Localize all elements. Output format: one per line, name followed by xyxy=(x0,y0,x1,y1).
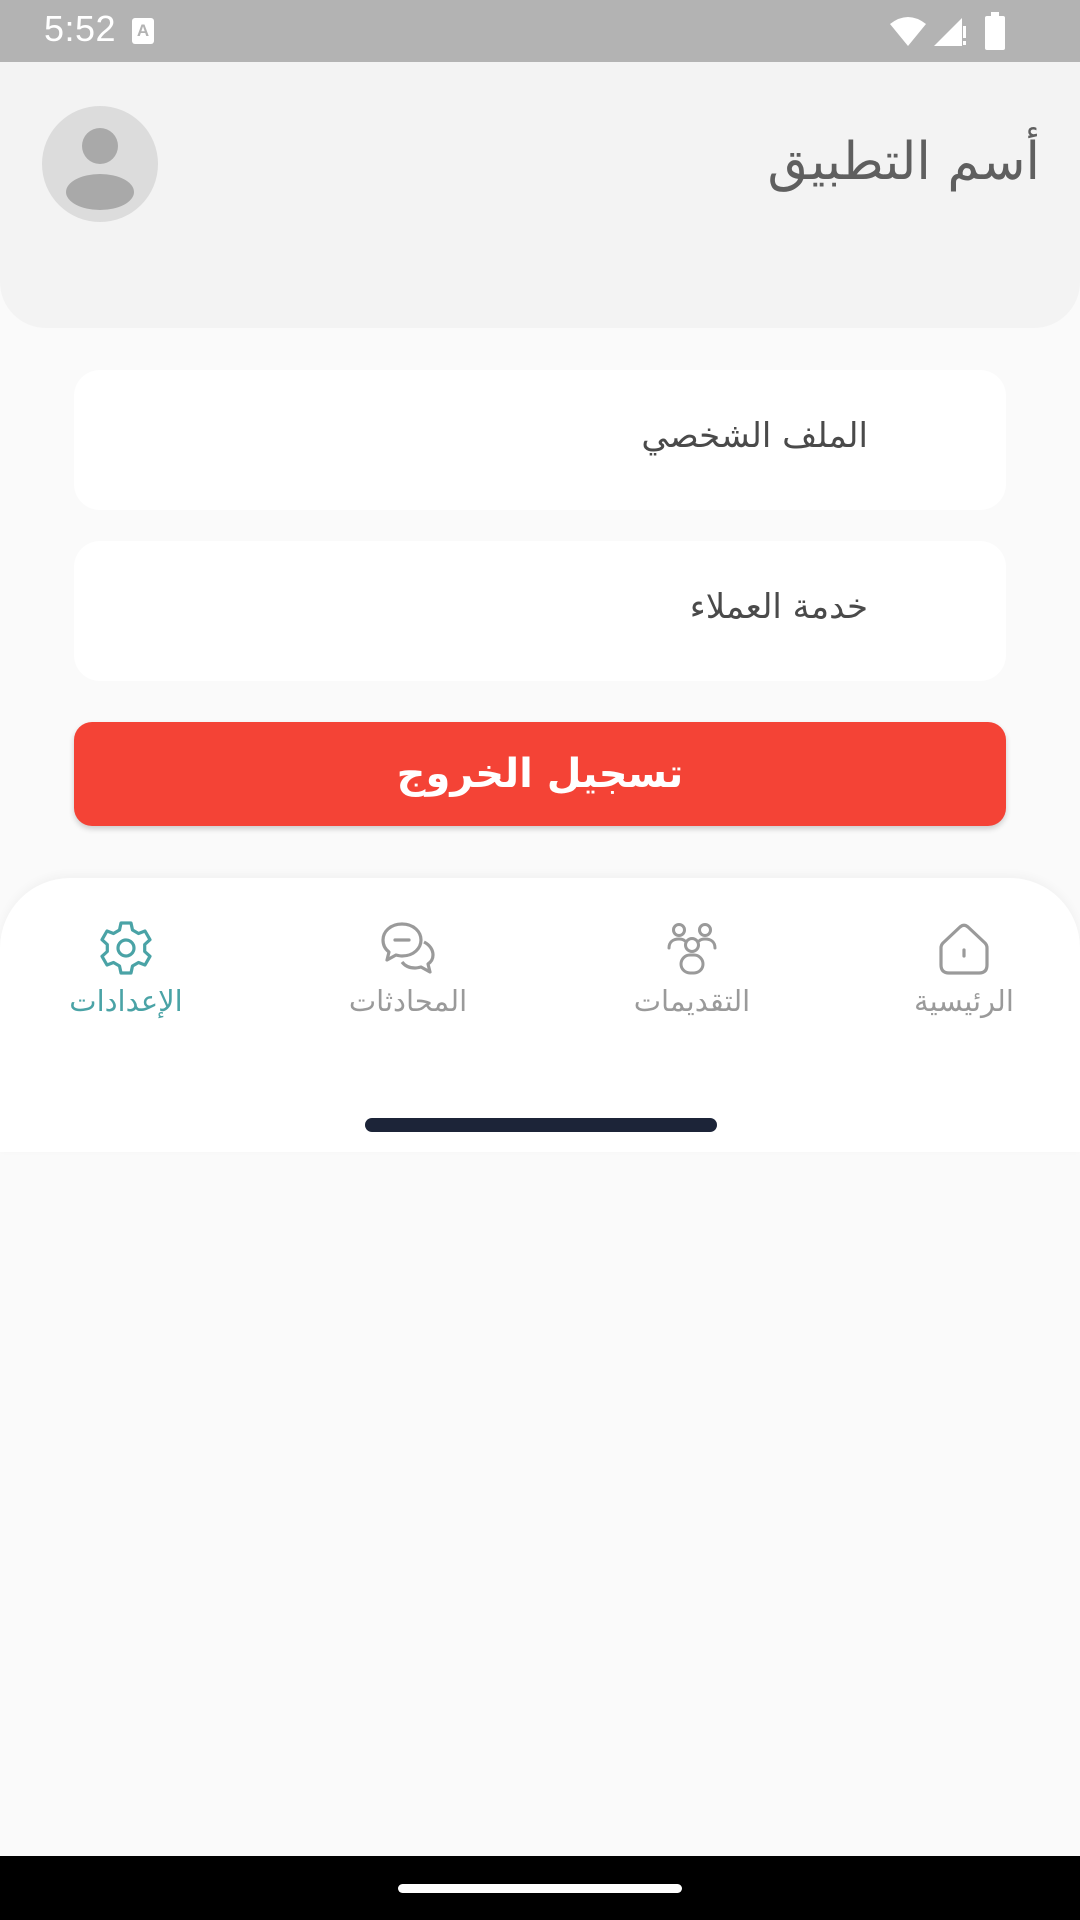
customer-service-item-label: خدمة العملاء xyxy=(689,587,868,627)
profile-item-label: الملف الشخصي xyxy=(641,416,868,456)
people-icon xyxy=(667,923,717,975)
nav-label-chats: المحادثات xyxy=(348,984,468,1018)
home-indicator xyxy=(365,1118,717,1132)
logout-button[interactable]: تسجيل الخروج xyxy=(74,722,1006,826)
signal-icon xyxy=(934,18,966,46)
profile-item[interactable]: الملف الشخصي xyxy=(74,370,1006,510)
status-time: 5:52 xyxy=(44,8,117,49)
wifi-icon xyxy=(890,17,926,46)
chat-icon xyxy=(381,922,435,974)
system-home-pill[interactable] xyxy=(398,1884,682,1893)
home-icon xyxy=(939,923,989,975)
nav-item-applications[interactable]: التقديمات xyxy=(592,918,792,1028)
nav-item-chats[interactable]: المحادثات xyxy=(308,918,508,1028)
app-header: أسم التطبيق xyxy=(0,62,1080,328)
customer-service-item[interactable]: خدمة العملاء xyxy=(74,541,1006,681)
nav-label-applications: التقديمات xyxy=(633,984,751,1018)
nav-label-settings: الإعدادات xyxy=(69,984,183,1018)
system-nav-bar xyxy=(0,1856,1080,1920)
status-bar: 5:52 A xyxy=(0,0,1080,62)
nav-item-home[interactable]: الرئيسية xyxy=(864,918,1064,1028)
gear-icon xyxy=(100,921,152,975)
status-icons xyxy=(880,0,1080,62)
a-keyboard-icon: A xyxy=(132,18,154,44)
person-icon xyxy=(66,128,134,210)
bottom-nav: الإعدادات المحادثات التقديمات الرئيسية xyxy=(0,878,1080,1152)
app-title: أسم التطبيق xyxy=(767,132,1040,192)
battery-icon xyxy=(985,12,1005,50)
avatar[interactable] xyxy=(42,106,158,222)
nav-label-home: الرئيسية xyxy=(914,984,1014,1018)
nav-item-settings[interactable]: الإعدادات xyxy=(26,918,226,1028)
